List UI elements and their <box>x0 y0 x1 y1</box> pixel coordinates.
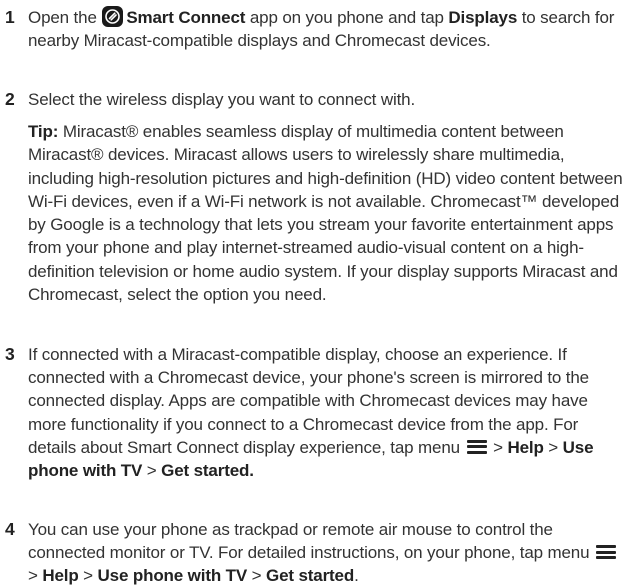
step-number: 4 <box>5 519 15 539</box>
step-4: 4 You can use your phone as trackpad or … <box>0 518 628 588</box>
step-number: 3 <box>5 344 15 364</box>
instructions-document: 1 Open the Smart Connect app on you phon… <box>0 0 628 587</box>
app-name: Smart Connect <box>126 8 246 27</box>
tip-label: Tip: <box>28 122 59 141</box>
displays-label: Displays <box>448 8 518 27</box>
step-text: Select the wireless display you want to … <box>28 90 416 109</box>
step-text: Open the Smart Connect app on you phone … <box>28 6 615 51</box>
step-text: If connected with a Miracast-compatible … <box>28 345 594 481</box>
step-number: 1 <box>5 7 15 27</box>
step-1: 1 Open the Smart Connect app on you phon… <box>0 6 628 52</box>
step-text: You can use your phone as trackpad or re… <box>28 518 626 588</box>
step-number: 2 <box>5 89 15 109</box>
smart-connect-app-icon <box>102 6 124 27</box>
step-2: 2 Select the wireless display you want t… <box>0 88 628 111</box>
hamburger-menu-icon <box>466 439 487 454</box>
hamburger-menu-icon <box>596 545 616 560</box>
step-3: 3 If connected with a Miracast-compatibl… <box>0 343 628 482</box>
tip-paragraph: Tip: Miracast® enables seamless display … <box>28 122 623 305</box>
